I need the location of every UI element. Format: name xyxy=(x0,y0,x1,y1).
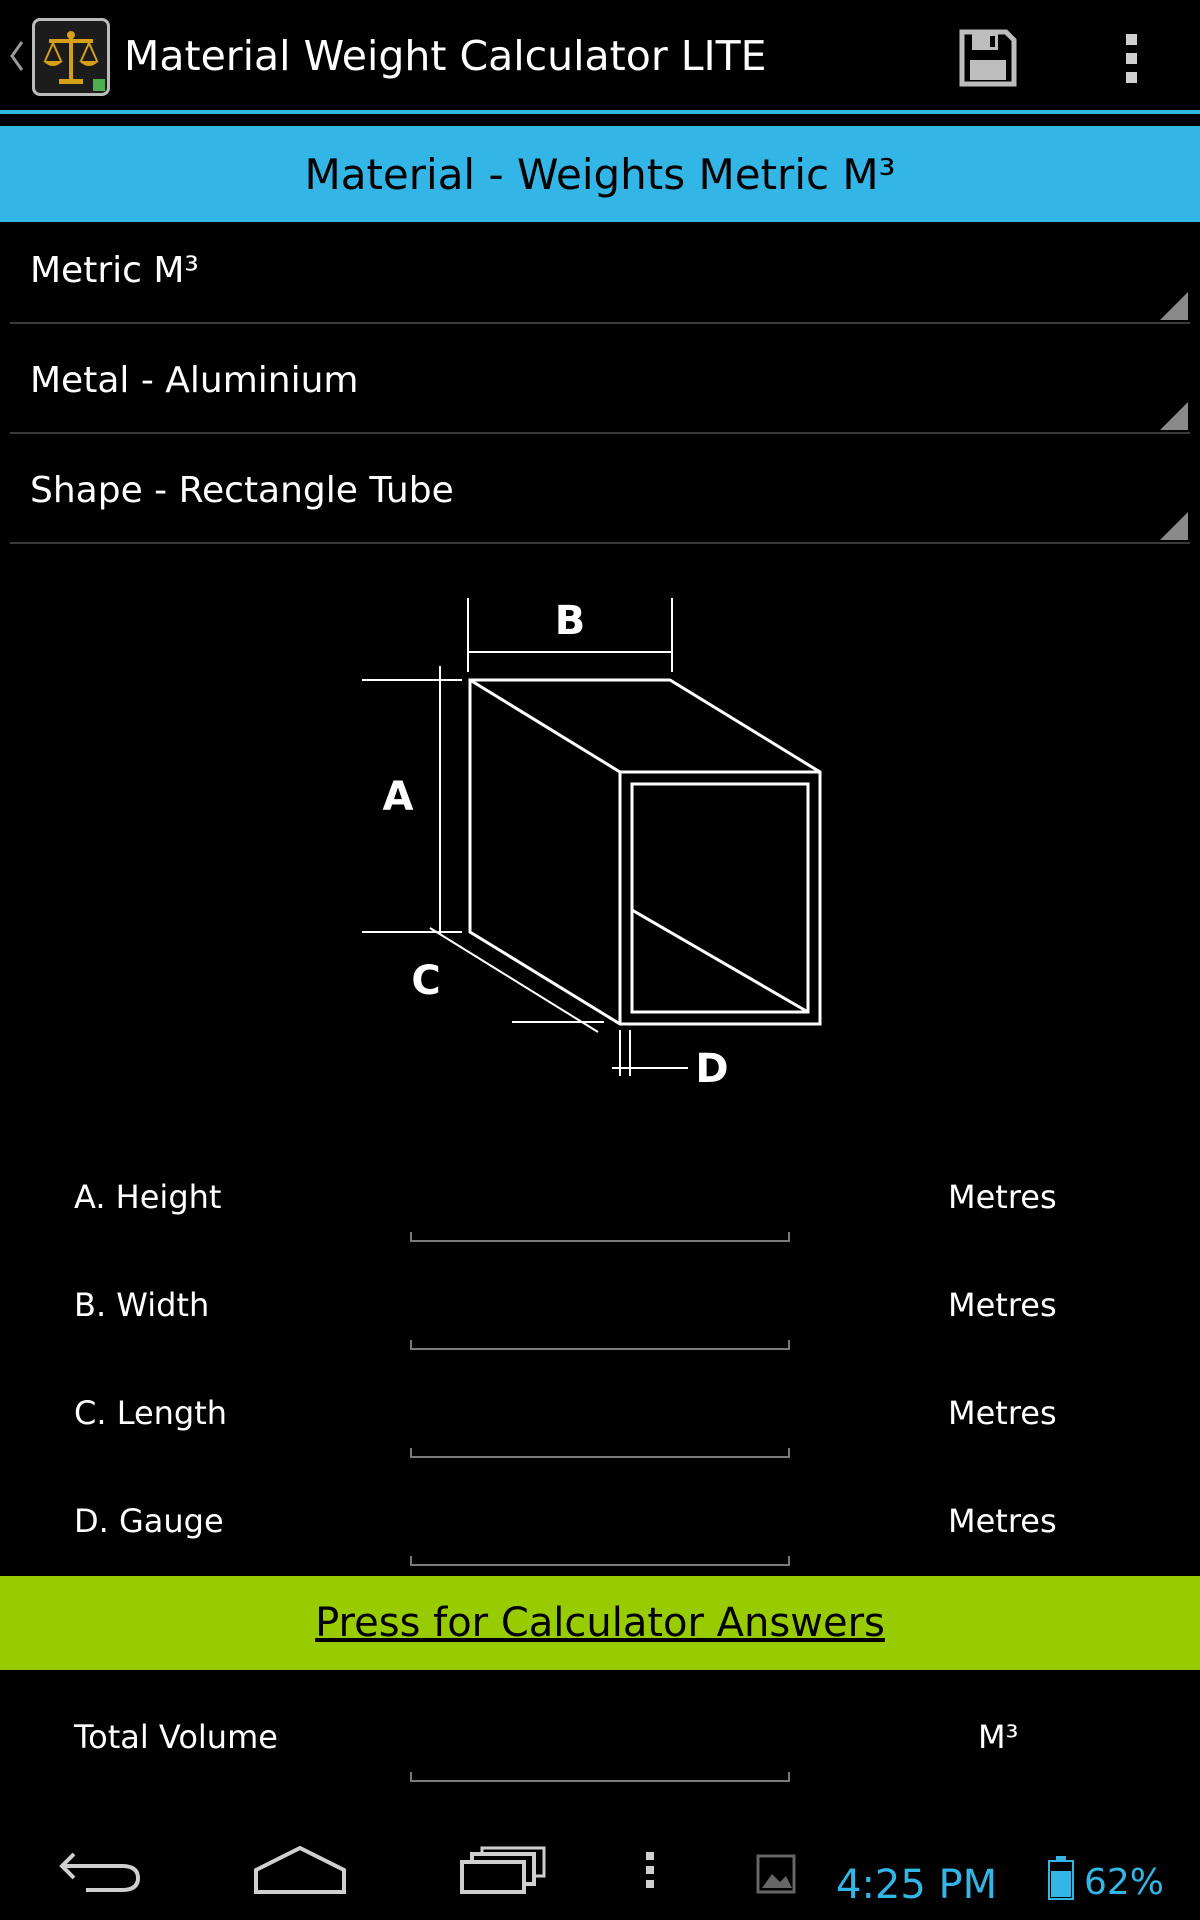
total-volume-label: Total Volume xyxy=(74,1718,278,1756)
spinner-arrow-icon xyxy=(1160,512,1188,540)
scales-app-icon[interactable] xyxy=(32,18,110,96)
width-input[interactable] xyxy=(410,1292,790,1350)
gauge-unit: Metres xyxy=(948,1502,1057,1540)
width-label: B. Width xyxy=(74,1286,210,1324)
calculate-button[interactable]: Press for Calculator Answers xyxy=(0,1576,1200,1670)
overflow-menu-icon[interactable] xyxy=(1104,26,1160,90)
gauge-label: D. Gauge xyxy=(74,1502,224,1540)
screenshot-notification-icon xyxy=(756,1854,796,1894)
length-input[interactable] xyxy=(410,1400,790,1458)
length-unit: Metres xyxy=(948,1394,1057,1432)
home-icon[interactable] xyxy=(252,1842,348,1898)
recent-apps-icon[interactable] xyxy=(458,1842,548,1898)
action-bar: Material Weight Calculator LITE xyxy=(0,0,1200,114)
height-input[interactable] xyxy=(410,1184,790,1242)
actionbar-divider xyxy=(0,110,1200,114)
diagram-label-b: B xyxy=(555,598,586,644)
spinner-arrow-icon xyxy=(1160,292,1188,320)
back-icon[interactable] xyxy=(56,1842,146,1898)
width-unit: Metres xyxy=(948,1286,1057,1324)
clock: 4:25 PM xyxy=(836,1862,998,1908)
units-spinner-label: Metric M³ xyxy=(30,250,199,291)
battery-icon xyxy=(1048,1856,1074,1900)
menu-dots-icon[interactable] xyxy=(640,1842,660,1898)
material-spinner-label: Metal - Aluminium xyxy=(30,360,359,401)
length-label: C. Length xyxy=(74,1394,228,1432)
battery-percentage: 62% xyxy=(1084,1862,1165,1903)
total-volume-row: Total Volume M³ xyxy=(0,1708,1200,1808)
rectangle-tube-diagram: B A C D xyxy=(362,598,822,1090)
total-volume-unit: M³ xyxy=(978,1718,1019,1756)
shape-spinner-label: Shape - Rectangle Tube xyxy=(30,470,454,511)
total-volume-output xyxy=(410,1724,790,1782)
shape-spinner[interactable]: Shape - Rectangle Tube xyxy=(10,446,1190,544)
width-row: B. Width Metres xyxy=(0,1276,1200,1376)
section-header: Material - Weights Metric M³ xyxy=(0,126,1200,222)
units-spinner[interactable]: Metric M³ xyxy=(10,226,1190,324)
height-unit: Metres xyxy=(948,1178,1057,1216)
save-icon[interactable] xyxy=(956,26,1020,90)
diagram-label-d: D xyxy=(695,1046,728,1090)
material-spinner[interactable]: Metal - Aluminium xyxy=(10,336,1190,434)
system-navigation-bar: 4:25 PM 62% xyxy=(0,1820,1200,1920)
app-title: Material Weight Calculator LITE xyxy=(124,32,767,80)
length-row: C. Length Metres xyxy=(0,1384,1200,1484)
diagram-label-c: C xyxy=(411,958,440,1004)
gauge-input[interactable] xyxy=(410,1508,790,1566)
back-caret-icon[interactable] xyxy=(8,38,26,74)
calculate-button-label: Press for Calculator Answers xyxy=(315,1600,885,1646)
spinner-arrow-icon xyxy=(1160,402,1188,430)
height-row: A. Height Metres xyxy=(0,1168,1200,1268)
height-label: A. Height xyxy=(74,1178,222,1216)
diagram-label-a: A xyxy=(383,774,414,820)
